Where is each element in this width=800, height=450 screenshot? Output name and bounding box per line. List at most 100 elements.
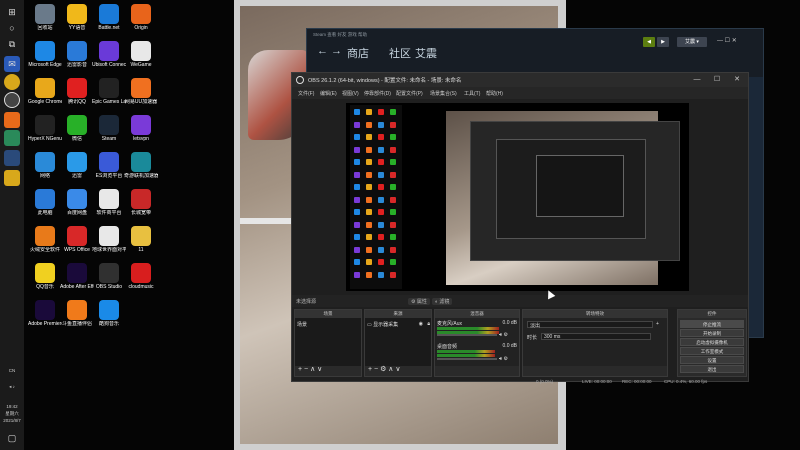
steam-back-icon[interactable]: ←: [317, 45, 328, 57]
desktop-icon[interactable]: Google Chrome: [28, 78, 62, 105]
desktop-icon[interactable]: Microsoft Edge: [28, 41, 62, 68]
obs-preview[interactable]: [346, 103, 689, 291]
desktop-icon[interactable]: ES浏览平台: [92, 152, 126, 179]
start-icon[interactable]: ⊞: [4, 4, 20, 20]
language-indicator[interactable]: CN: [0, 368, 24, 374]
start-recording-button[interactable]: 开始录制: [680, 329, 744, 337]
menu-view[interactable]: 视图(V): [342, 90, 359, 97]
desktop-icon[interactable]: QQ音乐: [28, 263, 62, 290]
desktop-icon[interactable]: HyperX NGenuity: [28, 115, 62, 142]
desktop-icon[interactable]: 斗鱼直播伴侣: [60, 300, 94, 327]
desktop-icon[interactable]: Adobe Premiere ...: [28, 300, 62, 327]
desktop-icon[interactable]: 此电脑: [28, 189, 62, 216]
letsvpn-icon: [131, 115, 151, 135]
steam-nav-user[interactable]: 艾震: [415, 45, 437, 61]
menu-docks[interactable]: 停靠部件(D): [364, 90, 391, 97]
start-virtual-camera-button[interactable]: 启动虚拟摄像机: [680, 338, 744, 346]
obs-taskbar-icon[interactable]: [4, 92, 20, 108]
steam-friends-button[interactable]: ◀: [643, 37, 655, 47]
sources-toolbar[interactable]: + − ⚙ ∧ ∨: [365, 364, 431, 376]
steam-forward-icon[interactable]: →: [331, 45, 342, 57]
steam-menu[interactable]: Steam 查看 好友 游戏 帮助: [313, 32, 367, 38]
studio-mode-button[interactable]: 工作室模式: [680, 347, 744, 355]
notification-icon[interactable]: ▢: [4, 430, 20, 446]
scenes-toolbar[interactable]: + − ∧ ∨: [295, 364, 361, 376]
duration-input[interactable]: 300 ms: [541, 333, 651, 340]
obs-window[interactable]: OBS 26.1.2 (64-bit, windows) - 配置文件: 未命名…: [291, 72, 749, 384]
tray-icons[interactable]: ◂ ♪: [0, 384, 24, 390]
speaker-icon-1[interactable]: 🔊︎ ⚙: [499, 332, 508, 338]
close-icon[interactable]: ✕: [730, 75, 744, 85]
desktop-icon[interactable]: 网络: [28, 152, 62, 179]
app-taskbar-icon-green[interactable]: [4, 130, 20, 146]
properties-button[interactable]: ⚙ 属性: [408, 298, 430, 305]
minimize-icon[interactable]: —: [690, 75, 704, 85]
preview-mini-icon: [390, 259, 396, 265]
steam-nav-store[interactable]: 商店: [347, 45, 369, 61]
transition-add-button[interactable]: +: [656, 321, 659, 327]
preview-mini-icon: [378, 271, 384, 278]
exit-button[interactable]: 退出: [680, 365, 744, 373]
mail-icon[interactable]: ✉: [4, 56, 20, 72]
menu-edit[interactable]: 编辑(E): [320, 90, 337, 97]
filters-button[interactable]: ◐ 滤镜: [432, 298, 453, 305]
steam-notify-button[interactable]: ▶: [657, 37, 669, 47]
menu-profile[interactable]: 配置文件(P): [396, 90, 423, 97]
clock-weekday[interactable]: 星期六: [0, 411, 24, 417]
desktop-icon[interactable]: 酷狗音乐: [92, 300, 126, 327]
clock-date[interactable]: 2021/8/7: [0, 418, 24, 424]
steam-account-button[interactable]: 艾震 ▾: [677, 37, 707, 47]
desktop-icon[interactable]: 地球世界面对平台: [92, 226, 126, 253]
steam-taskbar-icon[interactable]: [4, 150, 20, 166]
desktop-icon[interactable]: Origin: [124, 4, 158, 31]
chrome-taskbar-icon[interactable]: [4, 74, 20, 90]
maximize-icon[interactable]: ☐: [710, 75, 724, 85]
stop-streaming-button[interactable]: 停止推流: [680, 320, 744, 328]
search-icon[interactable]: ○: [4, 20, 20, 36]
menu-scene-collection[interactable]: 场景集合(S): [430, 90, 457, 97]
desktop-icon[interactable]: 腾讯QQ: [60, 78, 94, 105]
steam-nav-community[interactable]: 社区: [389, 45, 411, 61]
desktop-icon-label: 百度网盘: [66, 210, 87, 216]
steam-window-controls[interactable]: — ☐ ✕: [717, 37, 737, 44]
desktop-icon[interactable]: YY语音: [60, 4, 94, 31]
menu-help[interactable]: 帮助(H): [486, 90, 503, 97]
app-taskbar-icon-yellow[interactable]: [4, 170, 20, 186]
desktop-icon[interactable]: 软件商平台: [92, 189, 126, 216]
desktop-icon[interactable]: OBS Studio: [92, 263, 126, 290]
desktop-icon[interactable]: 长城宽带: [124, 189, 158, 216]
source-item[interactable]: ▭ 显示器采集 ◉ 🔒︎: [367, 321, 431, 328]
desktop-icon[interactable]: 迅雷: [60, 152, 94, 179]
desktop-icon[interactable]: 奇游联机加速器: [124, 152, 158, 179]
desktop-icon[interactable]: Adobe After Effects CC ...: [60, 263, 94, 290]
desktop-icon[interactable]: WeGame: [124, 41, 158, 68]
desktop-icon[interactable]: 迅雷影音: [60, 41, 94, 68]
desktop-icon[interactable]: 微信: [60, 115, 94, 142]
mixer-channel-1-slider[interactable]: [437, 334, 497, 336]
desktop-icon[interactable]: 火绒安全软件: [28, 226, 62, 253]
desktop-icon[interactable]: 网易UU加速器: [124, 78, 158, 105]
desktop-icon[interactable]: 11: [124, 226, 158, 253]
mixer-channel-2-slider[interactable]: [437, 358, 497, 360]
desktop-icon[interactable]: cloudmusic: [124, 263, 158, 290]
desktop-icon[interactable]: letsvpn: [124, 115, 158, 142]
speaker-icon-2[interactable]: 🔊︎ ⚙: [499, 356, 508, 362]
app-taskbar-icon-orange[interactable]: [4, 112, 20, 128]
clock-time[interactable]: 19:42: [0, 404, 24, 410]
lock-icon[interactable]: 🔒︎: [427, 321, 430, 327]
menu-tools[interactable]: 工具(T): [464, 90, 480, 97]
task-view-icon[interactable]: ⧉: [4, 36, 20, 52]
desktop-icon[interactable]: Epic Games Launcher: [92, 78, 126, 105]
desktop-icon[interactable]: Battle.net: [92, 4, 126, 31]
desktop-icon[interactable]: 百度网盘: [60, 189, 94, 216]
visibility-icon[interactable]: ◉: [419, 321, 423, 327]
desktop-icon[interactable]: WPS Office: [60, 226, 94, 253]
menu-file[interactable]: 文件(F): [298, 90, 314, 97]
desktop-icon[interactable]: 回收站: [28, 4, 62, 31]
settings-button[interactable]: 设置: [680, 356, 744, 364]
desktop-icon[interactable]: Steam: [92, 115, 126, 142]
transition-select[interactable]: 淡出: [527, 321, 653, 329]
scene-item[interactable]: 场景: [297, 321, 307, 328]
preview-mini-icon: [390, 121, 396, 128]
desktop-icon[interactable]: Ubisoft Connect: [92, 41, 126, 68]
